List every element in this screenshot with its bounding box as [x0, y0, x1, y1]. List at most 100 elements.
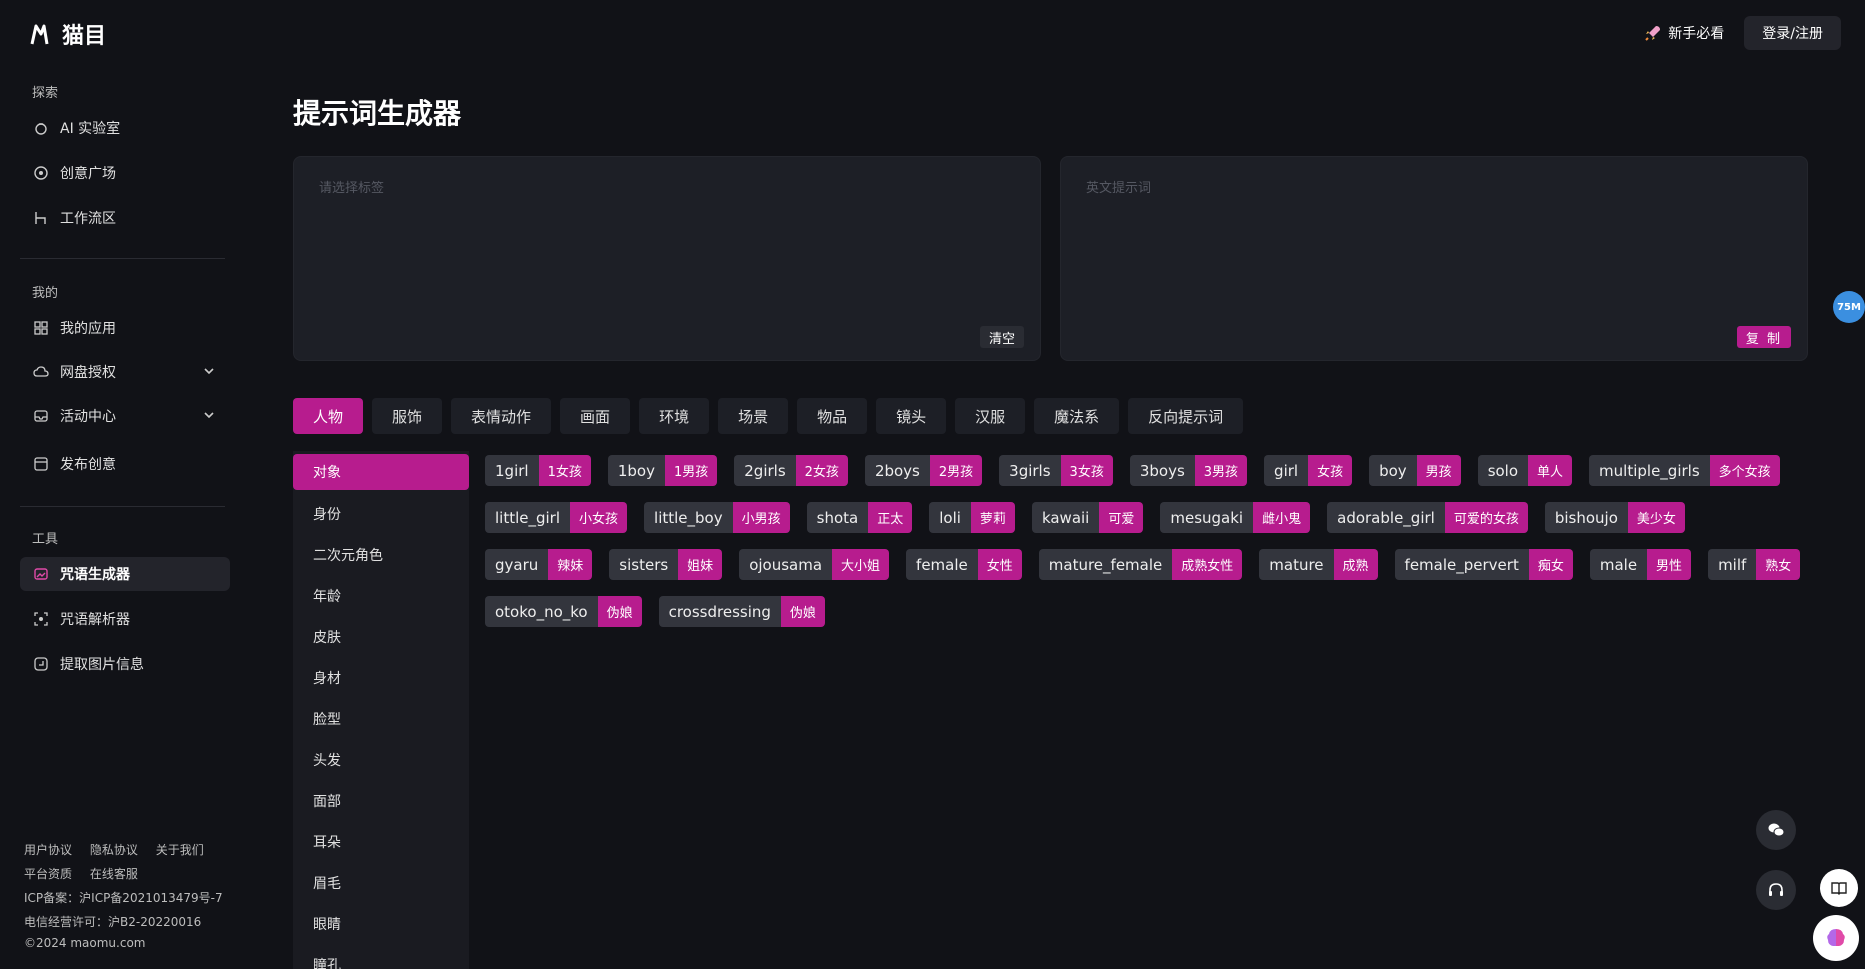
prompt-tag[interactable]: crossdressing 伪娘	[658, 596, 825, 627]
tab-2[interactable]: 表情动作	[451, 398, 552, 434]
prompt-tag[interactable]: otoko_no_ko 伪娘	[485, 596, 642, 627]
sidebar-item-creative-plaza[interactable]: 创意广场	[20, 156, 230, 190]
tag-chinese: 女孩	[1308, 455, 1353, 486]
subcategory-item[interactable]: 二次元角色	[293, 534, 469, 575]
prompt-tag[interactable]: sisters 姐妹	[609, 549, 723, 580]
prompt-tag[interactable]: 3girls 3女孩	[999, 455, 1113, 486]
subcategory-item[interactable]: 脸型	[293, 698, 469, 739]
subcategory-item[interactable]: 年龄	[293, 575, 469, 616]
subcategory-item[interactable]: 头发	[293, 739, 469, 780]
subcategory-item[interactable]: 身材	[293, 657, 469, 698]
prompt-tag[interactable]: ojousama 大小姐	[739, 549, 890, 580]
footer-link-about[interactable]: 关于我们	[156, 843, 204, 857]
sidebar-item-label: 活动中心	[60, 409, 116, 425]
sidebar-item-my-apps[interactable]: 我的应用	[20, 311, 230, 345]
tab-4[interactable]: 环境	[639, 398, 710, 434]
prompt-tag[interactable]: gyaru 辣妹	[485, 549, 593, 580]
prompt-tag[interactable]: male 男性	[1589, 549, 1692, 580]
prompt-tag[interactable]: female 女性	[906, 549, 1022, 580]
footer-link-privacy[interactable]: 隐私协议	[90, 843, 138, 857]
sidebar-item-label: 工作流区	[60, 211, 116, 227]
tab-10[interactable]: 反向提示词	[1128, 398, 1244, 434]
clear-button[interactable]: 清空	[979, 326, 1024, 348]
sidebar-item-workflow[interactable]: 工作流区	[20, 201, 230, 235]
sidebar-item-cloud-auth[interactable]: 网盘授权	[20, 355, 230, 389]
prompt-tag[interactable]: mesugaki 雌小鬼	[1160, 502, 1311, 533]
wechat-button[interactable]	[1756, 810, 1796, 850]
selected-tags-box[interactable]: 请选择标签 清空	[293, 156, 1041, 361]
tag-english: mature	[1259, 549, 1334, 580]
tab-5[interactable]: 场景	[718, 398, 789, 434]
copy-button[interactable]: 复 制	[1736, 326, 1791, 348]
sidebar-item-label: AI 实验室	[60, 121, 121, 137]
tag-english: kawaii	[1031, 502, 1100, 533]
prompt-tag[interactable]: boy 男孩	[1369, 455, 1461, 486]
sidebar-item-spell-generator[interactable]: 咒语生成器	[20, 557, 230, 591]
tab-6[interactable]: 物品	[797, 398, 868, 434]
tag-english: girl	[1264, 455, 1309, 486]
footer-link-support[interactable]: 在线客服	[90, 867, 138, 881]
subcategory-item[interactable]: 眼睛	[293, 903, 469, 944]
prompt-tag[interactable]: kawaii 可爱	[1031, 502, 1144, 533]
tag-chinese: 女性	[977, 549, 1022, 580]
tab-1[interactable]: 服饰	[372, 398, 443, 434]
plaza-icon	[32, 164, 50, 182]
tag-english: 2girls	[734, 455, 796, 486]
footer-license: 电信经营许可：沪B2-20220016	[24, 915, 202, 929]
prompt-tag[interactable]: shota 正太	[806, 502, 913, 533]
tag-english: mature_female	[1038, 549, 1173, 580]
prompt-tag[interactable]: mature 成熟	[1259, 549, 1378, 580]
tab-7[interactable]: 镜头	[876, 398, 947, 434]
guide-link[interactable]: 新手必看	[1644, 23, 1724, 43]
tab-3[interactable]: 画面	[560, 398, 631, 434]
prompt-tag[interactable]: 2boys 2男孩	[864, 455, 983, 486]
prompt-tag[interactable]: bishoujo 美少女	[1544, 502, 1685, 533]
login-register-button[interactable]: 登录/注册	[1744, 16, 1841, 50]
footer-link-user-agreement[interactable]: 用户协议	[24, 843, 72, 857]
subcategory-item[interactable]: 身份	[293, 493, 469, 534]
subcategory-item[interactable]: 瞳孔	[293, 944, 469, 969]
wechat-icon	[1768, 823, 1785, 837]
prompt-tag[interactable]: 1boy 1男孩	[607, 455, 718, 486]
sidebar-item-extract-image-info[interactable]: 提取图片信息	[20, 647, 230, 681]
tag-english: ojousama	[739, 549, 833, 580]
prompt-tag[interactable]: 2girls 2女孩	[734, 455, 848, 486]
tag-chinese: 伪娘	[597, 596, 642, 627]
customer-service-button[interactable]	[1756, 870, 1796, 910]
prompt-tag[interactable]: little_boy 小男孩	[644, 502, 790, 533]
sidebar-item-publish[interactable]: 发布创意	[20, 447, 230, 481]
subcategory-list: 对象 身份 二次元角色 年龄 皮肤 身材 脸型 头发 面部 耳朵 眉毛 眼睛 瞳孔	[293, 451, 469, 969]
prompt-tag[interactable]: 1girl 1女孩	[485, 455, 591, 486]
section-title-explore: 探索	[32, 86, 59, 101]
prompt-tag[interactable]: solo 单人	[1477, 455, 1573, 486]
tab-8[interactable]: 汉服	[955, 398, 1026, 434]
sidebar-divider	[20, 506, 225, 507]
prompt-tag[interactable]: loli 萝莉	[929, 502, 1015, 533]
prompt-tag[interactable]: mature_female 成熟女性	[1038, 549, 1243, 580]
tag-chinese: 1男孩	[664, 455, 718, 486]
english-prompt-box[interactable]: 英文提示词 复 制	[1060, 156, 1808, 361]
sidebar-item-activity-center[interactable]: 活动中心	[20, 399, 230, 433]
subcategory-item[interactable]: 对象	[293, 454, 469, 490]
prompt-tag[interactable]: adorable_girl 可爱的女孩	[1327, 502, 1528, 533]
subcategory-item[interactable]: 面部	[293, 780, 469, 821]
tag-chinese: 小女孩	[570, 502, 628, 533]
subcategory-item[interactable]: 皮肤	[293, 616, 469, 657]
prompt-tag[interactable]: multiple_girls 多个女孩	[1589, 455, 1780, 486]
tag-english: 3boys	[1129, 455, 1195, 486]
sidebar-item-ai-lab[interactable]: AI 实验室	[20, 111, 230, 145]
prompt-tag[interactable]: little_girl 小女孩	[485, 502, 628, 533]
docs-button[interactable]	[1820, 869, 1858, 907]
sidebar-item-spell-parser[interactable]: 咒语解析器	[20, 602, 230, 636]
tab-9[interactable]: 魔法系	[1034, 398, 1120, 434]
ai-assistant-button[interactable]	[1813, 915, 1859, 961]
subcategory-item[interactable]: 眉毛	[293, 862, 469, 903]
prompt-tag[interactable]: girl 女孩	[1264, 455, 1353, 486]
prompt-tag[interactable]: 3boys 3男孩	[1129, 455, 1248, 486]
prompt-tag[interactable]: female_pervert 痴女	[1394, 549, 1573, 580]
brand-logo[interactable]: 猫目	[30, 18, 106, 50]
tab-0[interactable]: 人物	[293, 398, 364, 434]
prompt-tag[interactable]: milf 熟女	[1708, 549, 1801, 580]
subcategory-item[interactable]: 耳朵	[293, 821, 469, 862]
footer-link-qualification[interactable]: 平台资质	[24, 867, 72, 881]
